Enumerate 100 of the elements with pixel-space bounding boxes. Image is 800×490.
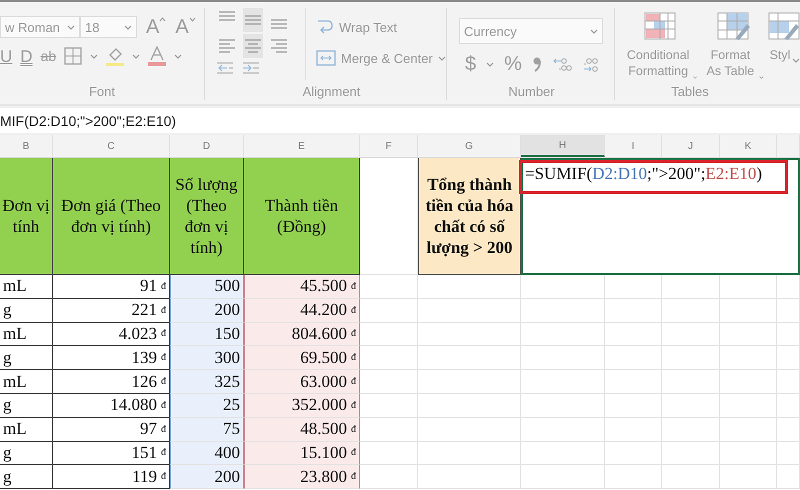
header-cell: Thành tiền (Đồng) (244, 158, 360, 275)
formula-input[interactable]: MIF(D2:D10;">200";E2:E10) (0, 108, 800, 133)
decrease-indent-icon[interactable] (217, 60, 233, 76)
formula-cell[interactable]: =SUMIF(D2:D10;">200";E2:E10) (521, 158, 800, 275)
chevron-down-icon[interactable] (174, 54, 182, 58)
empty-cell (605, 298, 662, 323)
wrap-text-button[interactable]: Wrap Text (316, 18, 446, 36)
currency-format-button[interactable]: $ (465, 54, 476, 74)
column-header[interactable]: E (244, 135, 360, 157)
table-cell: 400 (170, 442, 244, 466)
empty-cell (720, 442, 777, 466)
column-header[interactable]: C (53, 135, 170, 157)
chevron-down-icon[interactable] (792, 58, 800, 64)
merge-center-button[interactable]: Merge & Center (316, 49, 446, 67)
column-header[interactable]: H (521, 135, 605, 157)
table-brush-icon (716, 12, 751, 42)
table-cell: 300 (170, 346, 244, 370)
table-cell: g (0, 298, 53, 323)
header-cell: Số lượng (Theo đơn vị tính) (170, 158, 244, 275)
table-cell: mL (0, 418, 53, 442)
increase-decimal-icon[interactable] (582, 56, 599, 72)
group-label: Alignment (302, 84, 362, 100)
wrap-icon (316, 18, 334, 36)
chevron-down-icon[interactable] (590, 28, 598, 34)
chevron-down-icon[interactable] (438, 56, 446, 60)
table-cell: 200 (170, 298, 244, 323)
percent-format-button[interactable]: % (504, 54, 522, 74)
empty-cell (777, 465, 800, 490)
font-size-dropdown[interactable]: 18 (80, 16, 137, 38)
caret-icon (188, 17, 196, 22)
font-name-dropdown[interactable]: w Roman (0, 16, 80, 38)
increase-indent-icon[interactable] (243, 60, 259, 76)
underline-button[interactable]: U (0, 48, 12, 64)
table-cell: mL (0, 322, 53, 346)
empty-cell (777, 394, 800, 418)
fill-color-icon[interactable] (106, 46, 124, 66)
empty-cell (777, 298, 800, 323)
cell-styles-button[interactable]: Styl (770, 12, 800, 64)
table-cell: 150 (170, 322, 244, 346)
table-cell: g (0, 442, 53, 466)
table-cell: 200 (170, 465, 244, 490)
table-cell: g (0, 394, 53, 418)
column-header[interactable]: J (662, 135, 720, 157)
number-format-dropdown[interactable]: Currency (459, 18, 603, 44)
empty-cell (777, 346, 800, 370)
column-header[interactable]: F (360, 135, 418, 157)
double-underline-button[interactable]: D (20, 48, 33, 64)
align-lines-icon (271, 39, 287, 53)
borders-icon[interactable] (64, 47, 82, 65)
empty-cell (605, 275, 662, 299)
font-color-icon[interactable] (148, 46, 166, 66)
align-lines-icon (245, 15, 261, 25)
empty-cell (720, 394, 777, 418)
header-cell: Đơn giá (Theo đơn vị tính) (53, 158, 170, 275)
empty-cell (605, 394, 662, 418)
strike-button[interactable]: ab (40, 49, 56, 63)
column-header[interactable]: B (0, 135, 53, 157)
chevron-down-icon[interactable] (486, 62, 494, 66)
shrink-font-button[interactable]: A (175, 17, 196, 37)
empty-cell (777, 275, 800, 299)
format-as-table-button[interactable]: Format As Table (704, 12, 764, 80)
table-cell: 25 (170, 394, 244, 418)
empty-cell (720, 370, 777, 394)
empty-cell (720, 346, 777, 370)
empty-cell (662, 418, 720, 442)
chevron-down-icon[interactable] (132, 54, 140, 58)
column-header[interactable]: K (720, 135, 777, 157)
chevron-down-icon[interactable] (693, 74, 698, 80)
chevron-down-icon[interactable] (90, 54, 98, 58)
empty-cell (605, 346, 662, 370)
table-cell: 325 (170, 370, 244, 394)
align-lines-icon (219, 11, 235, 21)
align-middle-button[interactable] (243, 8, 263, 32)
empty-cell (605, 418, 662, 442)
empty-cell (662, 346, 720, 370)
merge-icon (316, 49, 336, 67)
empty-cell (720, 418, 777, 442)
empty-cell (662, 370, 720, 394)
align-lines-icon (271, 19, 287, 29)
empty-cell (662, 275, 720, 299)
grow-font-button[interactable]: A (146, 17, 166, 37)
empty-cell (777, 370, 800, 394)
column-header[interactable]: I (605, 135, 662, 157)
table-cell: 75 (170, 418, 244, 442)
table-cell: g (0, 346, 53, 370)
decrease-decimal-icon[interactable] (552, 56, 572, 72)
empty-cell (662, 394, 720, 418)
chevron-down-icon[interactable] (759, 74, 764, 80)
conditional-formatting-button[interactable]: Conditional Formatting (625, 12, 698, 80)
align-lines-icon (245, 39, 261, 53)
align-center-button[interactable] (243, 34, 263, 58)
empty-cell (720, 298, 777, 323)
comma-style-icon[interactable] (532, 56, 542, 72)
empty-cell (720, 465, 777, 490)
empty-cell (605, 465, 662, 490)
chevron-down-icon[interactable] (67, 24, 75, 30)
formula-text: =SUMIF(D2:D10;">200";E2:E10) (525, 164, 762, 184)
empty-cell (777, 442, 800, 466)
chevron-down-icon[interactable] (124, 24, 132, 30)
column-header[interactable]: D (170, 135, 244, 157)
